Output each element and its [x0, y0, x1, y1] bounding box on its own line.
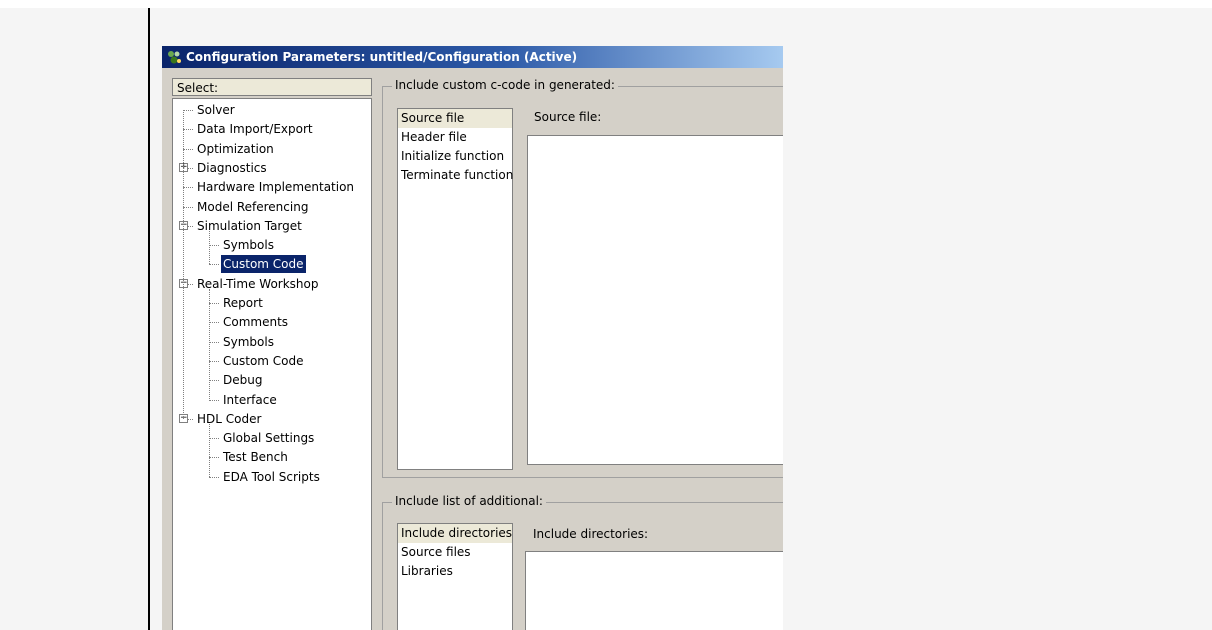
config-tree[interactable]: Solver Data Import/Export Optimization + Dia…	[172, 98, 372, 630]
list-item-source-files[interactable]: Source files	[398, 543, 512, 562]
include-directories-label: Include directories:	[533, 527, 649, 541]
tree-item-label: Hardware Implementation	[197, 180, 355, 195]
tree-connector	[209, 303, 219, 304]
tree-item-label: Model Referencing	[197, 199, 309, 214]
tree-connector	[209, 380, 219, 382]
tree-item-label: Custom Code	[223, 353, 304, 368]
tree-branch	[209, 423, 210, 477]
simulink-app-icon	[168, 51, 181, 64]
tree-item-label: Custom Code	[221, 255, 306, 274]
tree-item-label: Optimization	[197, 141, 274, 156]
tree-item-label: Symbols	[223, 238, 274, 253]
tree-trunk	[183, 110, 184, 419]
source-file-label: Source file:	[534, 110, 602, 124]
tree-item-label: Solver	[197, 103, 235, 117]
additional-group-title: Include list of additional:	[392, 494, 546, 508]
tree-item-label: Debug	[223, 373, 263, 388]
tree-item-label: Real-Time Workshop	[197, 276, 319, 291]
list-item-include-directories[interactable]: Include directories	[398, 524, 512, 543]
additional-list[interactable]: Include directories Source files Libraries	[397, 523, 513, 630]
tree-item-label: Comments	[223, 315, 289, 330]
tree-connector	[209, 438, 219, 440]
tree-connector	[183, 110, 193, 111]
tree-connector	[183, 129, 193, 131]
tree-item-label: Simulation Target	[197, 218, 302, 233]
tree-item-label: EDA Tool Scripts	[223, 469, 320, 484]
tree-connector	[209, 322, 219, 324]
tree-item-label: Test Bench	[223, 450, 288, 465]
tree-connector	[183, 206, 193, 208]
tree-branch	[209, 230, 210, 265]
include-directories-textarea[interactable]	[525, 551, 783, 630]
list-item-header-file[interactable]: Header file	[398, 128, 512, 147]
source-file-textarea[interactable]	[527, 135, 783, 465]
tree-item-label: Report	[223, 296, 263, 310]
list-item-source-file[interactable]: Source file	[398, 109, 512, 128]
custom-code-list[interactable]: Source file Header file Initialize functio…	[397, 108, 513, 470]
tree-item-label: Global Settings	[223, 431, 315, 446]
list-item-terminate-function[interactable]: Terminate function	[398, 166, 513, 185]
window-titlebar[interactable]: Configuration Parameters: untitled/Confi…	[162, 46, 783, 68]
tree-item-label: Interface	[223, 392, 277, 407]
tree-connector	[209, 360, 219, 362]
custom-code-group-title: Include custom c-code in generated:	[392, 78, 618, 92]
tree-item-label: Diagnostics	[197, 160, 267, 175]
tree-connector	[209, 399, 219, 401]
divider-line	[148, 8, 150, 630]
tree-connector	[183, 148, 193, 150]
tree-header: Select:	[172, 78, 372, 96]
window-title: Configuration Parameters: untitled/Confi…	[186, 50, 578, 64]
tree-connector	[209, 245, 219, 247]
tree-item-label: HDL Coder	[197, 411, 262, 426]
tree-connector	[209, 341, 219, 343]
tree-connector	[209, 264, 219, 266]
tree-connector	[209, 457, 219, 459]
tree-connector	[209, 476, 219, 478]
list-item-initialize-function[interactable]: Initialize function	[398, 147, 512, 166]
list-item-libraries[interactable]: Libraries	[398, 562, 512, 581]
tree-item-label: Data Import/Export	[197, 122, 313, 137]
tree-connector	[183, 187, 193, 189]
config-params-window: Configuration Parameters: untitled/Confi…	[162, 46, 783, 630]
tree-branch	[209, 288, 210, 400]
tree-item-label: Symbols	[223, 334, 274, 349]
